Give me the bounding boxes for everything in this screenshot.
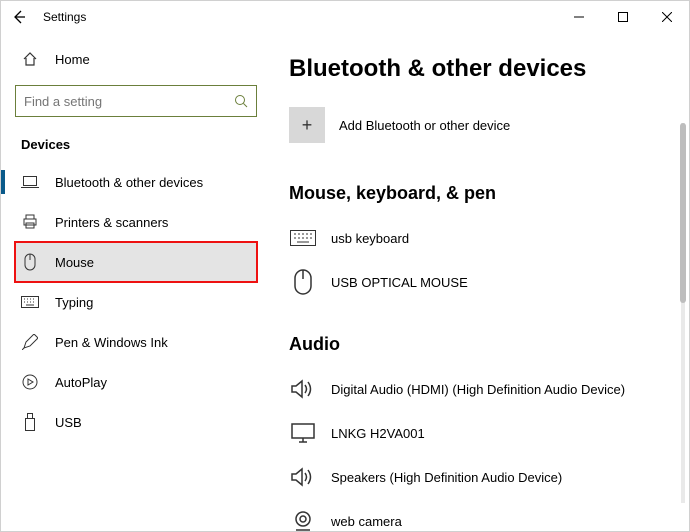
minimize-button[interactable] — [557, 1, 601, 33]
add-device-row[interactable]: + Add Bluetooth or other device — [289, 107, 689, 143]
printer-icon — [21, 213, 39, 231]
nav-label: AutoPlay — [55, 375, 107, 390]
sidebar-header: Devices — [21, 137, 257, 152]
nav-label: Typing — [55, 295, 93, 310]
usb-icon — [21, 413, 39, 431]
sidebar: Home Devices Bluetooth & other devices P… — [1, 33, 267, 531]
group-title: Audio — [289, 334, 689, 355]
home-icon — [21, 50, 39, 68]
device-label: Speakers (High Definition Audio Device) — [331, 470, 562, 485]
group-audio: Audio Digital Audio (HDMI) (High Definit… — [289, 334, 689, 531]
search-box[interactable] — [15, 85, 257, 117]
device-label: USB OPTICAL MOUSE — [331, 275, 468, 290]
sidebar-item-autoplay[interactable]: AutoPlay — [15, 362, 257, 402]
group-mouse-keyboard-pen: Mouse, keyboard, & pen usb keyboard USB … — [289, 183, 689, 304]
back-button[interactable] — [9, 7, 29, 27]
pen-icon — [21, 333, 39, 351]
sidebar-item-pen[interactable]: Pen & Windows Ink — [15, 322, 257, 362]
home-link[interactable]: Home — [15, 41, 257, 77]
laptop-icon — [21, 173, 39, 191]
device-row[interactable]: usb keyboard — [289, 216, 689, 260]
arrow-left-icon — [11, 9, 27, 25]
mouse-icon — [21, 253, 39, 271]
device-row[interactable]: Digital Audio (HDMI) (High Definition Au… — [289, 367, 689, 411]
keyboard-icon — [21, 293, 39, 311]
mouse-icon — [289, 268, 317, 296]
nav-label: Mouse — [55, 255, 94, 270]
monitor-icon — [289, 419, 317, 447]
device-label: usb keyboard — [331, 231, 409, 246]
device-row[interactable]: USB OPTICAL MOUSE — [289, 260, 689, 304]
maximize-button[interactable] — [601, 1, 645, 33]
device-row[interactable]: Speakers (High Definition Audio Device) — [289, 455, 689, 499]
speaker-icon — [289, 463, 317, 491]
device-row[interactable]: web camera — [289, 499, 689, 531]
speaker-icon — [289, 375, 317, 403]
nav-label: USB — [55, 415, 82, 430]
device-label: Digital Audio (HDMI) (High Definition Au… — [331, 382, 625, 397]
sidebar-item-typing[interactable]: Typing — [15, 282, 257, 322]
content-pane: Bluetooth & other devices + Add Bluetoot… — [267, 33, 689, 531]
home-label: Home — [55, 52, 90, 67]
device-label: LNKG H2VA001 — [331, 426, 425, 441]
nav-label: Printers & scanners — [55, 215, 168, 230]
close-button[interactable] — [645, 1, 689, 33]
plus-icon: + — [302, 115, 313, 136]
device-row[interactable]: LNKG H2VA001 — [289, 411, 689, 455]
add-label: Add Bluetooth or other device — [339, 118, 510, 133]
device-label: web camera — [331, 514, 402, 529]
group-title: Mouse, keyboard, & pen — [289, 183, 689, 204]
sidebar-item-usb[interactable]: USB — [15, 402, 257, 442]
minimize-icon — [574, 12, 584, 22]
sidebar-item-printers[interactable]: Printers & scanners — [15, 202, 257, 242]
keyboard-icon — [289, 224, 317, 252]
sidebar-item-mouse[interactable]: Mouse — [15, 242, 257, 282]
close-icon — [662, 12, 672, 22]
camera-icon — [289, 507, 317, 531]
sidebar-item-bluetooth[interactable]: Bluetooth & other devices — [15, 162, 257, 202]
search-icon — [234, 94, 248, 108]
add-button[interactable]: + — [289, 107, 325, 143]
autoplay-icon — [21, 373, 39, 391]
window-title: Settings — [43, 10, 86, 24]
nav-label: Bluetooth & other devices — [55, 175, 203, 190]
maximize-icon — [618, 12, 628, 22]
scrollbar-thumb[interactable] — [680, 123, 686, 303]
page-title: Bluetooth & other devices — [289, 55, 689, 83]
titlebar: Settings — [1, 1, 689, 33]
nav-label: Pen & Windows Ink — [55, 335, 168, 350]
search-input[interactable] — [24, 94, 234, 109]
